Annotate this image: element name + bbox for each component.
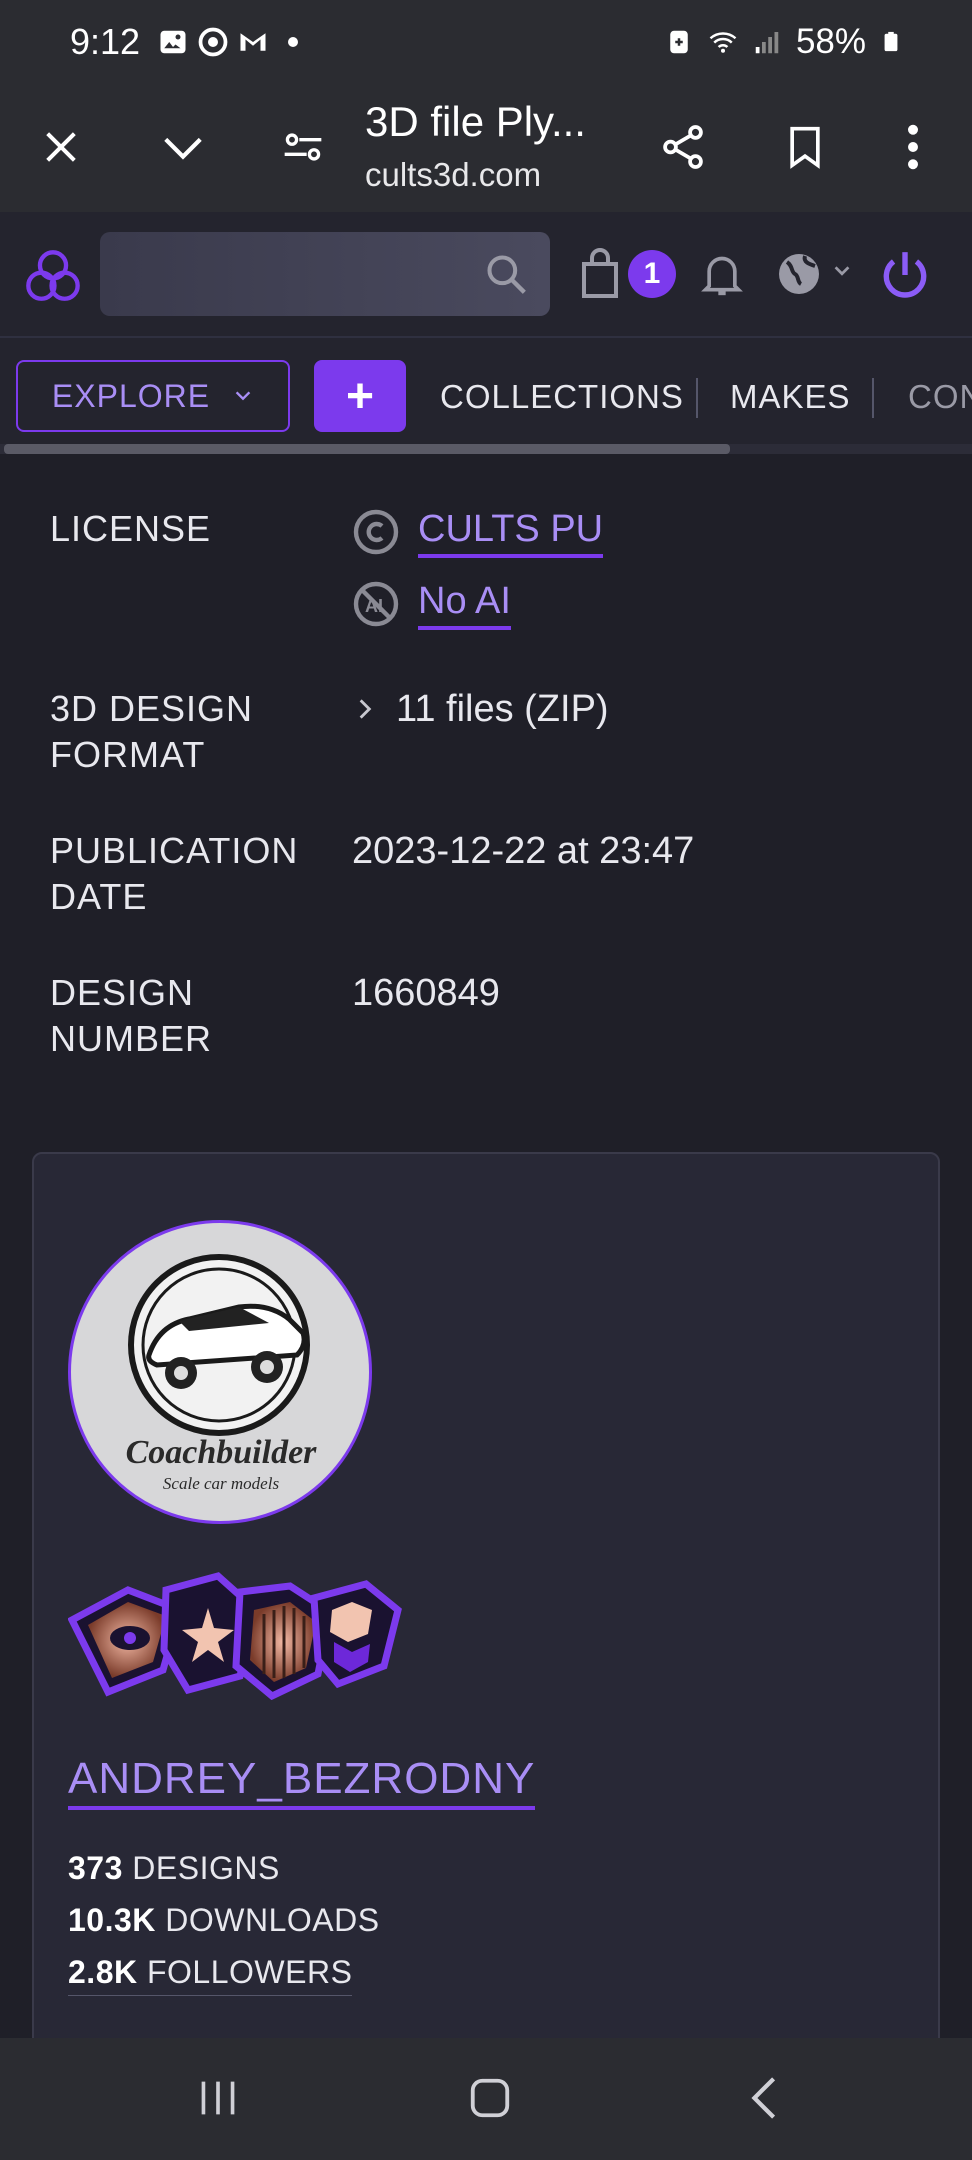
chevron-down-icon [164, 137, 202, 160]
back-icon [751, 2077, 776, 2119]
site-header: 1 [0, 212, 972, 338]
page-title: 3D file Ply... [365, 98, 586, 145]
avatar-brand-text: Coachbuilder [126, 1434, 318, 1471]
downloads-count: 10.3K [68, 1902, 156, 1938]
chevron-right-icon [359, 699, 372, 719]
format-value: 11 files (ZIP) [396, 688, 609, 730]
cart-count-badge[interactable]: 1 [628, 250, 676, 298]
close-tab-button[interactable] [26, 112, 96, 182]
followers-count: 2.8K [68, 1954, 138, 1990]
pubdate-label: PUBLICATION DATE [50, 828, 298, 920]
battery-percent: 58% [795, 22, 866, 61]
back-button[interactable] [724, 2068, 804, 2128]
share-icon [663, 125, 703, 169]
page-url: cults3d.com [365, 156, 542, 193]
achievement-badges[interactable] [68, 1570, 418, 1700]
nav-link-collections[interactable]: COLLECTIONS [440, 378, 684, 416]
notification-bell-icon[interactable] [700, 250, 744, 300]
format-label-line1: 3D DESIGN [50, 688, 254, 729]
designs-label: DESIGNS [132, 1850, 280, 1886]
svg-text:AI: AI [365, 596, 383, 616]
design-number-label-line2: NUMBER [50, 1018, 213, 1059]
more-menu-button[interactable] [878, 112, 948, 182]
design-number-label-line1: DESIGN [50, 972, 195, 1013]
language-selector[interactable] [775, 250, 850, 303]
gallery-icon [160, 30, 186, 54]
nav-divider [872, 378, 874, 418]
status-system-icons: 58% [664, 22, 902, 62]
license-label: LICENSE [50, 508, 212, 549]
system-navigation-bar [0, 2038, 972, 2160]
browser-toolbar: 3D file Ply... cults3d.com [0, 84, 972, 212]
pubdate-value: 2023-12-22 at 23:47 [352, 830, 695, 872]
bookmark-icon [790, 126, 820, 169]
site-nav: EXPLORE + COLLECTIONS MAKES CON [0, 338, 972, 454]
chevron-down-icon [235, 391, 251, 401]
explore-label: EXPLORE [51, 377, 211, 414]
downloads-label: DOWNLOADS [165, 1902, 380, 1938]
page-title-block[interactable]: 3D file Ply... cults3d.com [365, 90, 586, 194]
avatar[interactable]: Coachbuilder Scale car models [68, 1220, 372, 1524]
more-vert-icon [908, 124, 918, 170]
search-input[interactable] [100, 232, 550, 316]
badge-cube-icon [310, 1580, 402, 1689]
status-notification-icons [158, 27, 299, 57]
site-settings-button[interactable] [268, 112, 338, 182]
nav-divider [696, 378, 698, 418]
pubdate-label-line1: PUBLICATION [50, 830, 299, 871]
downloads-stat: 10.3K DOWNLOADS [68, 1902, 380, 1939]
followers-stat[interactable]: 2.8K FOLLOWERS [68, 1954, 353, 1996]
tune-icon [284, 133, 322, 161]
design-number-value: 1660849 [352, 972, 500, 1014]
copyright-icon [353, 509, 399, 555]
license-link-no-ai[interactable]: No AI [418, 578, 511, 630]
recent-apps-icon [201, 2081, 235, 2115]
format-value-toggle[interactable]: 11 files (ZIP) [352, 686, 609, 732]
chevron-down-icon [834, 266, 850, 276]
battery-saver-icon [670, 30, 688, 54]
wifi-icon [709, 32, 737, 53]
status-time: 9:12 [70, 21, 141, 62]
design-number-label: DESIGN NUMBER [50, 970, 212, 1062]
close-icon [46, 132, 76, 162]
format-label: 3D DESIGN FORMAT [50, 686, 253, 778]
home-icon [470, 2078, 510, 2118]
add-design-button[interactable]: + [314, 360, 406, 432]
recent-apps-button[interactable] [178, 2068, 258, 2128]
followers-label: FOLLOWERS [146, 1954, 353, 1990]
bookmark-button[interactable] [770, 112, 840, 182]
designer-username-link[interactable]: ANDREY_BEZRODNY [68, 1754, 536, 1810]
nav-link-makes[interactable]: MAKES [730, 378, 851, 416]
nav-link-truncated[interactable]: CON [908, 378, 972, 416]
search-icon[interactable] [484, 252, 528, 296]
status-bar: 9:12 58% [0, 0, 972, 84]
designs-count: 373 [68, 1850, 123, 1886]
home-button[interactable] [450, 2068, 530, 2128]
cults-logo-icon[interactable] [24, 248, 82, 306]
license-values: CULTS PU AI No AI [352, 506, 604, 630]
pubdate-label-line2: DATE [50, 876, 148, 917]
coachbuilder-logo: Coachbuilder Scale car models [126, 1254, 318, 1493]
gmail-icon [240, 33, 266, 51]
minimize-button[interactable] [148, 112, 218, 182]
battery-icon [884, 31, 898, 52]
more-notifications-dot [288, 37, 299, 47]
avatar-brand-subtext: Scale car models [163, 1474, 280, 1493]
designs-stat[interactable]: 373 DESIGNS [68, 1850, 280, 1887]
share-button[interactable] [648, 112, 718, 182]
nav-scroll-thumb[interactable] [4, 444, 730, 454]
license-link-cults[interactable]: CULTS PU [418, 506, 604, 558]
power-icon[interactable] [880, 248, 930, 302]
explore-dropdown[interactable]: EXPLORE [16, 360, 290, 432]
no-ai-icon: AI [353, 581, 399, 627]
designer-card: Coachbuilder Scale car models ANDREY_BEZ… [32, 1152, 940, 2152]
chrome-icon [198, 27, 228, 57]
format-label-line2: FORMAT [50, 734, 206, 775]
globe-icon [779, 254, 819, 294]
shopping-bag-icon[interactable] [580, 248, 620, 300]
signal-icon [755, 32, 779, 54]
